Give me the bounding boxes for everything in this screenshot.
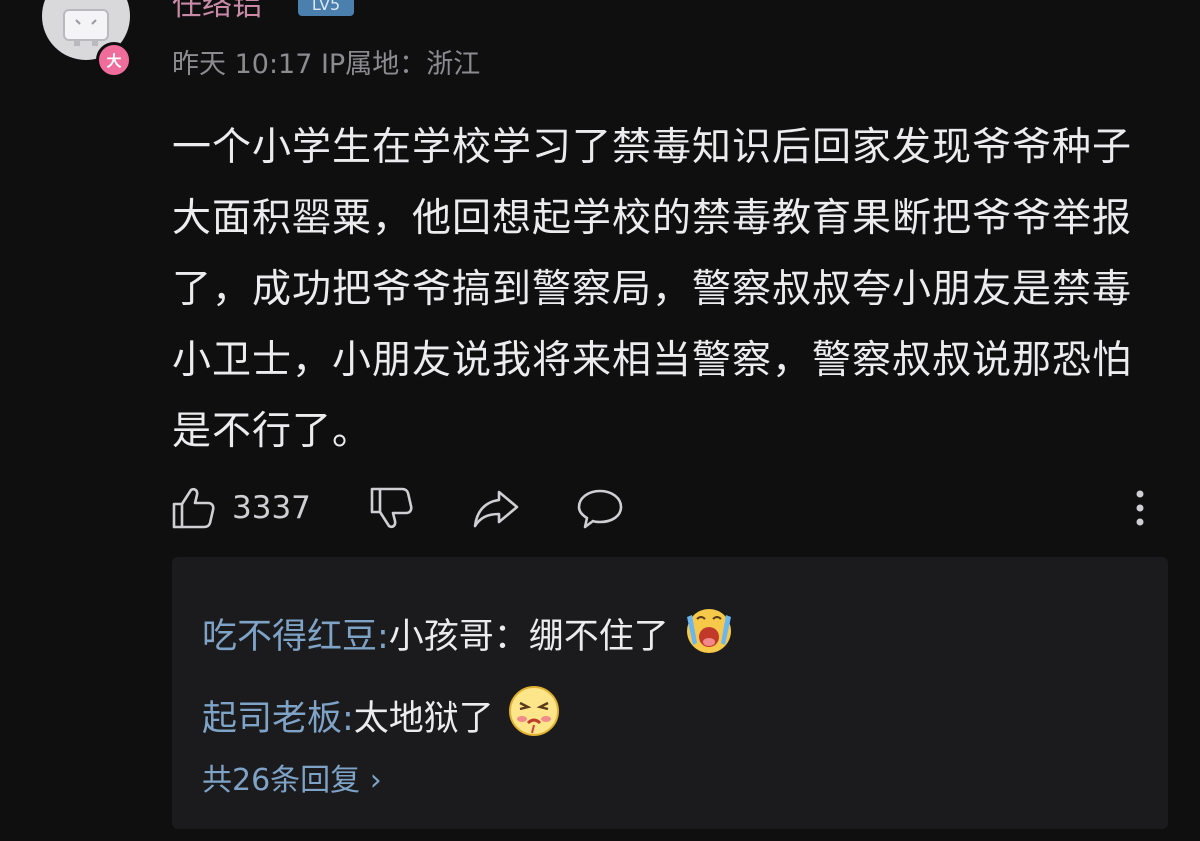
more-vertical-icon [1136,490,1144,526]
thumbs-up-icon [172,487,215,529]
share-button[interactable] [472,486,520,530]
comment-action-bar: 3337 [170,486,1160,530]
dislike-button[interactable] [368,486,414,530]
user-level-badge: LV5 [298,0,354,16]
reply-item[interactable]: 吃不得红豆: 小孩哥：绷不住了 [202,599,739,668]
replies-preview: 吃不得红豆: 小孩哥：绷不住了 起司老板: 太地狱了 共26条回复 › [172,557,1168,829]
comment-icon [577,489,623,529]
comment-text: 一个小学生在学校学习了禁毒知识后回家发现爷爷种子大面积罂粟，他回想起学校的禁毒教… [172,125,1133,454]
reply-text: 太地狱了 [353,699,494,739]
reply-item[interactable]: 起司老板: 太地狱了 [202,681,564,750]
reply-author[interactable]: 起司老板: [202,690,354,741]
like-count: 3337 [232,490,311,526]
blushing-emoji-icon [504,681,564,750]
level-badge: 大 [96,42,132,78]
more-options-button[interactable] [1132,488,1148,532]
thumbs-down-icon [370,487,413,529]
share-icon [473,490,519,528]
reply-author[interactable]: 吃不得红豆: [202,608,389,659]
reply-text: 小孩哥：绷不住了 [388,617,669,657]
crying-emoji-icon [679,599,739,668]
reply-button[interactable] [576,486,624,530]
view-all-replies-link[interactable]: 共26条回复 › [202,755,382,799]
comment-meta: 昨天 10:17 IP属地：浙江 [172,49,481,80]
like-button[interactable]: 3337 [170,486,311,530]
comment-username[interactable]: 任络铝 [172,0,262,24]
